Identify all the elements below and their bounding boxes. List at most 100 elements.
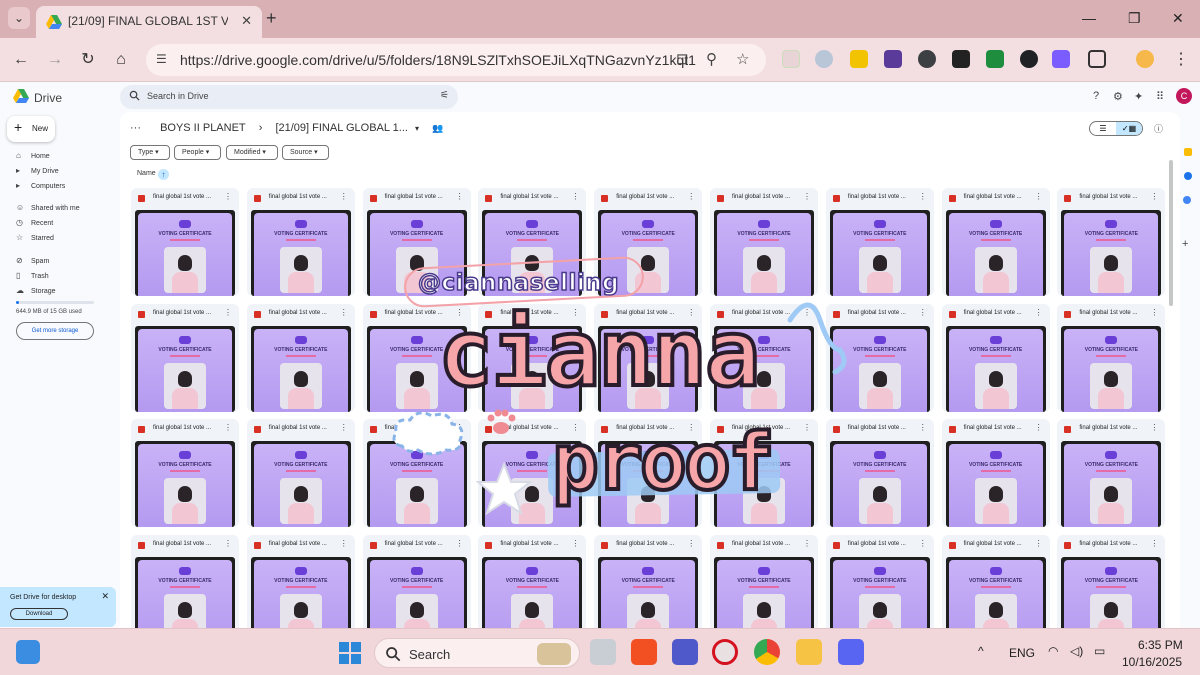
globe-extension-icon[interactable] (815, 50, 833, 68)
file-card[interactable]: final global 1st vote ... ⋮ VOTING CERTIFI… (246, 419, 355, 527)
more-actions-icon[interactable]: ⋮ (456, 539, 464, 548)
more-actions-icon[interactable]: ⋮ (1035, 192, 1043, 201)
download-extension-icon[interactable] (952, 50, 970, 68)
more-path-icon[interactable]: ··· (130, 122, 141, 134)
drive-app-name[interactable]: Drive (34, 91, 62, 105)
wifi-icon[interactable]: ◠ (1048, 644, 1058, 658)
more-actions-icon[interactable]: ⋮ (1150, 423, 1158, 432)
file-card[interactable]: final global 1st vote ... ⋮ VOTING CERTIFI… (1057, 303, 1166, 412)
file-card[interactable]: final global 1st vote ... ⋮ VOTING CERTIFI… (131, 188, 239, 296)
file-thumbnail[interactable]: VOTING CERTIFICATE (482, 556, 583, 628)
list-view-icon[interactable]: ☰ (1090, 122, 1116, 135)
address-bar[interactable]: ☰ https://drive.google.com/drive/u/5/fol… (146, 44, 766, 76)
download-button[interactable]: Download (10, 608, 68, 620)
more-actions-icon[interactable]: ⋮ (224, 192, 232, 201)
file-thumbnail[interactable]: VOTING CERTIFICATE (250, 556, 351, 628)
file-thumbnail[interactable]: VOTING CERTIFICATE (250, 210, 351, 296)
file-thumbnail[interactable]: VOTING CERTIFICATE (714, 210, 814, 296)
filter-people[interactable]: People ▾ (174, 145, 221, 160)
zoom-icon[interactable]: ⚲ (706, 50, 717, 68)
discord-icon[interactable] (838, 639, 864, 665)
file-thumbnail[interactable]: VOTING CERTIFICATE (135, 210, 235, 296)
new-tab-button[interactable]: + (266, 8, 277, 29)
green-extension-icon[interactable] (986, 50, 1004, 68)
chat-extension-icon[interactable] (918, 50, 936, 68)
more-actions-icon[interactable]: ⋮ (687, 539, 695, 548)
more-actions-icon[interactable]: ⋮ (803, 192, 811, 201)
back-icon[interactable]: ← (10, 49, 32, 71)
file-card[interactable]: final global 1st vote ... ⋮ VOTING CERTIFI… (362, 534, 471, 628)
coupon-extension-icon[interactable] (850, 50, 868, 68)
search-input[interactable]: Search in Drive (147, 91, 209, 101)
file-thumbnail[interactable]: VOTING CERTIFICATE (366, 556, 467, 628)
file-card[interactable]: final global 1st vote ... ⋮ VOTING CERTIFI… (941, 534, 1050, 628)
windows-start-icon[interactable] (338, 641, 362, 665)
file-thumbnail[interactable]: VOTING CERTIFICATE (945, 210, 1046, 296)
more-actions-icon[interactable]: ⋮ (571, 539, 579, 548)
more-actions-icon[interactable]: ⋮ (1035, 423, 1043, 432)
forward-icon[interactable]: → (44, 49, 66, 71)
drive-logo-icon[interactable] (12, 88, 30, 104)
file-thumbnail[interactable]: VOTING CERTIFICATE (945, 556, 1046, 628)
file-card[interactable]: final global 1st vote ... ⋮ VOTING CERTIFI… (246, 303, 355, 412)
more-actions-icon[interactable]: ⋮ (919, 423, 927, 432)
settings-gear-icon[interactable]: ⚙ (1113, 90, 1123, 103)
sort-column-name[interactable]: Name (137, 170, 156, 177)
bookmark-star-icon[interactable]: ☆ (736, 50, 749, 68)
more-actions-icon[interactable]: ⋮ (340, 423, 348, 432)
file-card[interactable]: final global 1st vote ... ⋮ VOTING CERTIFI… (594, 534, 703, 628)
promo-close-icon[interactable]: ✕ (101, 591, 109, 602)
more-actions-icon[interactable]: ⋮ (224, 539, 232, 548)
details-info-icon[interactable]: ⓘ (1154, 122, 1163, 135)
more-actions-icon[interactable]: ⋮ (1150, 539, 1158, 548)
grid-view-icon[interactable]: ✓▦ (1116, 122, 1142, 135)
file-thumbnail[interactable]: VOTING CERTIFICATE (1061, 441, 1162, 527)
file-card[interactable]: final global 1st vote ... ⋮ VOTING CERTIFI… (1057, 188, 1166, 296)
file-card[interactable]: final global 1st vote ... ⋮ VOTING CERTIFI… (246, 534, 355, 628)
more-actions-icon[interactable]: ⋮ (919, 308, 927, 317)
profile-avatar-icon[interactable] (1136, 50, 1154, 68)
more-actions-icon[interactable]: ⋮ (1035, 539, 1043, 548)
breadcrumb-current[interactable]: [21/09] FINAL GLOBAL 1... (275, 122, 407, 134)
file-thumbnail[interactable]: VOTING CERTIFICATE (829, 210, 930, 296)
file-thumbnail[interactable]: VOTING CERTIFICATE (250, 441, 351, 527)
file-card[interactable]: final global 1st vote ... ⋮ VOTING CERTIFI… (478, 534, 587, 628)
breadcrumb-parent[interactable]: BOYS II PLANET (160, 122, 246, 134)
widgets-icon[interactable] (16, 640, 40, 664)
tab-close-icon[interactable]: ✕ (241, 13, 252, 29)
more-actions-icon[interactable]: ⋮ (571, 192, 579, 201)
chrome-icon[interactable] (754, 639, 780, 665)
browser-tab[interactable]: [21/09] FINAL GLOBAL 1ST VOT ✕ (36, 6, 262, 38)
filter-modified[interactable]: Modified ▾ (226, 145, 278, 160)
minimize-icon[interactable]: — (1082, 10, 1096, 26)
file-thumbnail[interactable]: VOTING CERTIFICATE (714, 556, 814, 628)
get-more-storage-button[interactable]: Get more storage (16, 322, 94, 340)
filter-source[interactable]: Source ▾ (282, 145, 329, 160)
search-options-icon[interactable]: ⚟ (440, 90, 449, 101)
file-card[interactable]: final global 1st vote ... ⋮ VOTING CERTIFI… (941, 188, 1050, 296)
reload-icon[interactable]: ↻ (77, 49, 99, 71)
more-actions-icon[interactable]: ⋮ (919, 192, 927, 201)
close-window-icon[interactable]: ✕ (1172, 10, 1184, 27)
install-app-icon[interactable]: ⊡ (676, 50, 689, 68)
account-avatar[interactable]: C (1176, 88, 1192, 104)
file-thumbnail[interactable]: VOTING CERTIFICATE (945, 325, 1046, 412)
more-actions-icon[interactable]: ⋮ (1150, 192, 1158, 201)
opera-icon[interactable] (712, 639, 738, 665)
file-card[interactable]: final global 1st vote ... ⋮ VOTING CERTIFI… (131, 303, 239, 412)
scrollbar-thumb[interactable] (1169, 160, 1173, 306)
file-thumbnail[interactable]: VOTING CERTIFICATE (1061, 210, 1162, 296)
keep-side-icon[interactable] (1184, 148, 1192, 156)
home-button-icon[interactable]: ⌂ (110, 49, 132, 71)
restore-icon[interactable]: ❐ (1128, 10, 1141, 27)
add-addon-icon[interactable]: + (1182, 238, 1188, 250)
more-actions-icon[interactable]: ⋮ (1035, 308, 1043, 317)
more-actions-icon[interactable]: ⋮ (803, 539, 811, 548)
file-thumbnail[interactable]: VOTING CERTIFICATE (1061, 556, 1162, 628)
more-actions-icon[interactable]: ⋮ (224, 423, 232, 432)
tab-search-button[interactable]: ⌄ (8, 7, 30, 29)
more-actions-icon[interactable]: ⋮ (456, 192, 464, 201)
file-card[interactable]: final global 1st vote ... ⋮ VOTING CERTIFI… (131, 419, 239, 527)
chevron-up-icon[interactable]: ^ (978, 644, 984, 658)
file-card[interactable]: final global 1st vote ... ⋮ VOTING CERTIFI… (825, 534, 934, 628)
